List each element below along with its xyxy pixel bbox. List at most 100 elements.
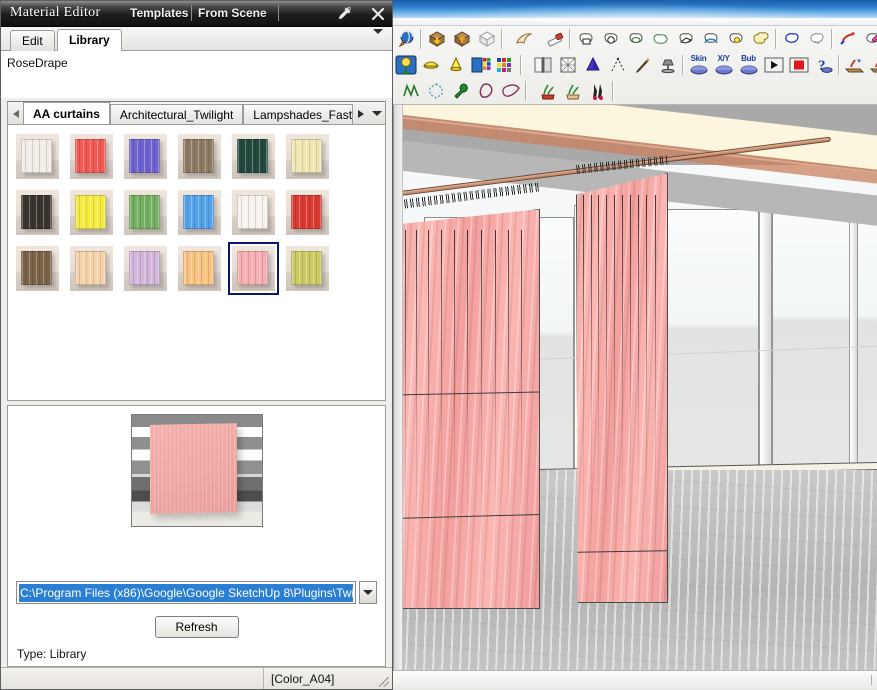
material-swatch-apricot[interactable] <box>174 242 225 295</box>
material-swatch-dark-green[interactable] <box>228 130 279 183</box>
material-swatch-lavender[interactable] <box>120 242 171 295</box>
lamp-icon[interactable] <box>655 53 680 77</box>
mirror-book-icon[interactable] <box>530 53 555 77</box>
arrow-right-icon[interactable] <box>353 103 368 124</box>
swatch-drape <box>182 194 214 230</box>
swatch-drape <box>128 194 160 230</box>
library-path-value: C:\Program Files (x86)\Google\Google Ske… <box>19 583 353 602</box>
material-name-field[interactable]: RoseDrape <box>1 51 392 98</box>
xy-mouse-icon[interactable]: X/Y <box>711 53 736 77</box>
swatch-thumbnail <box>70 190 113 235</box>
color-palette-icon[interactable] <box>493 53 518 77</box>
toolbar-row-1 <box>393 26 877 52</box>
help-icon[interactable]: ? <box>811 53 836 77</box>
library-tab-lampshades-fastf[interactable]: Lampshades_FastF <box>243 104 354 124</box>
swatch-thumbnail <box>178 190 221 235</box>
swatch-drape <box>236 250 268 286</box>
teardrop-icon[interactable] <box>498 79 523 103</box>
library-path-input[interactable]: C:\Program Files (x86)\Google\Google Ske… <box>16 581 356 604</box>
close-icon[interactable] <box>369 5 387 23</box>
figure-icon[interactable] <box>585 79 610 103</box>
plant-red-icon[interactable] <box>535 79 560 103</box>
resize-grip[interactable] <box>379 677 389 687</box>
export-component-icon[interactable] <box>449 27 474 51</box>
cloud-circle-icon[interactable] <box>598 27 623 51</box>
material-editor-tabs: Edit Library <box>1 27 392 51</box>
page-curl-icon[interactable] <box>511 27 536 51</box>
material-swatch-rose-pink[interactable] <box>228 242 279 295</box>
loop-icon[interactable] <box>473 79 498 103</box>
pink-shape-icon[interactable] <box>860 27 877 51</box>
eraser-icon[interactable] <box>542 27 567 51</box>
sketchup-title-bar <box>393 0 877 18</box>
material-swatch-dark-brown[interactable] <box>12 242 63 295</box>
plant-tan-icon[interactable] <box>560 79 585 103</box>
cloud-arc-icon[interactable] <box>698 27 723 51</box>
library-path-dropdown[interactable] <box>358 581 377 604</box>
zigzag-icon[interactable] <box>398 79 423 103</box>
import-component-icon[interactable] <box>424 27 449 51</box>
play-icon[interactable] <box>761 53 786 77</box>
stop-icon[interactable] <box>786 53 811 77</box>
tab-edit[interactable]: Edit <box>10 30 55 51</box>
cloud-square-icon[interactable] <box>573 27 598 51</box>
polygon-icon[interactable] <box>423 79 448 103</box>
curtain-right <box>576 173 668 603</box>
blue-outline-icon[interactable] <box>779 27 804 51</box>
yellow-dome-icon[interactable] <box>418 53 443 77</box>
material-editor-title-bar[interactable]: Material Editor Templates From Scene <box>1 1 392 27</box>
tab-library[interactable]: Library <box>57 29 122 51</box>
cloud-stack-icon[interactable] <box>748 27 773 51</box>
sketchup-menu-band <box>393 18 877 26</box>
material-swatch-coral-red[interactable] <box>66 130 117 183</box>
render-green-icon[interactable] <box>867 53 877 77</box>
pencil-icon[interactable] <box>630 53 655 77</box>
red-arrow-shape-icon[interactable] <box>835 27 860 51</box>
cloud-slant-icon[interactable] <box>673 27 698 51</box>
library-tab-aa-curtains[interactable]: AA curtains <box>23 102 110 124</box>
blue-cone-icon[interactable] <box>580 53 605 77</box>
library-tab-architectural-twilight[interactable]: Architectural_Twilight <box>109 104 244 124</box>
mullion-2 <box>759 197 772 509</box>
render-blue-icon[interactable] <box>842 53 867 77</box>
material-swatch-white[interactable] <box>12 130 63 183</box>
arrow-left-icon[interactable] <box>8 103 23 124</box>
curtain-left <box>394 209 540 609</box>
refresh-button[interactable]: Refresh <box>154 616 239 638</box>
material-swatch-peach[interactable] <box>66 242 117 295</box>
swatch-drape <box>182 250 214 286</box>
cloud-oval-icon[interactable] <box>648 27 673 51</box>
material-swatch-green[interactable] <box>120 186 171 239</box>
color-swatch-icon[interactable] <box>468 53 493 77</box>
bub-mouse-icon[interactable]: Bub <box>736 53 761 77</box>
library-tab-label: AA curtains <box>33 106 100 121</box>
cloud-ellipse-icon[interactable] <box>623 27 648 51</box>
window-pane-right <box>772 201 877 501</box>
material-swatch-red[interactable] <box>282 186 333 239</box>
wrench-icon[interactable] <box>448 79 473 103</box>
swatch-thumbnail <box>286 190 329 235</box>
grey-cloud-icon[interactable] <box>804 27 829 51</box>
sketchup-3d-viewport[interactable] <box>393 105 877 670</box>
from-scene-menu[interactable]: From Scene <box>198 6 267 20</box>
material-swatch-taupe[interactable] <box>174 130 225 183</box>
material-swatch-cream[interactable] <box>282 130 333 183</box>
paint-bucket-globe-icon[interactable] <box>393 27 418 51</box>
spot-light-icon[interactable] <box>443 53 468 77</box>
material-swatch-blue[interactable] <box>174 186 225 239</box>
swatch-drape <box>290 194 322 230</box>
material-swatch-violet[interactable] <box>120 130 171 183</box>
chevron-down-icon[interactable] <box>368 103 385 124</box>
chevron-down-icon[interactable] <box>373 29 383 48</box>
skin-mouse-icon[interactable]: Skin <box>686 53 711 77</box>
eyedropper-icon[interactable] <box>334 4 354 24</box>
templates-menu[interactable]: Templates <box>130 6 188 20</box>
material-swatch-charcoal[interactable] <box>12 186 63 239</box>
tree-light-icon[interactable] <box>393 53 418 77</box>
material-swatch-yellow[interactable] <box>66 186 117 239</box>
cube-wire-icon[interactable] <box>555 53 580 77</box>
cloud-dot-icon[interactable] <box>723 27 748 51</box>
protractor-icon[interactable] <box>605 53 630 77</box>
material-swatch-off-white[interactable] <box>228 186 279 239</box>
material-swatch-olive[interactable] <box>282 242 333 295</box>
